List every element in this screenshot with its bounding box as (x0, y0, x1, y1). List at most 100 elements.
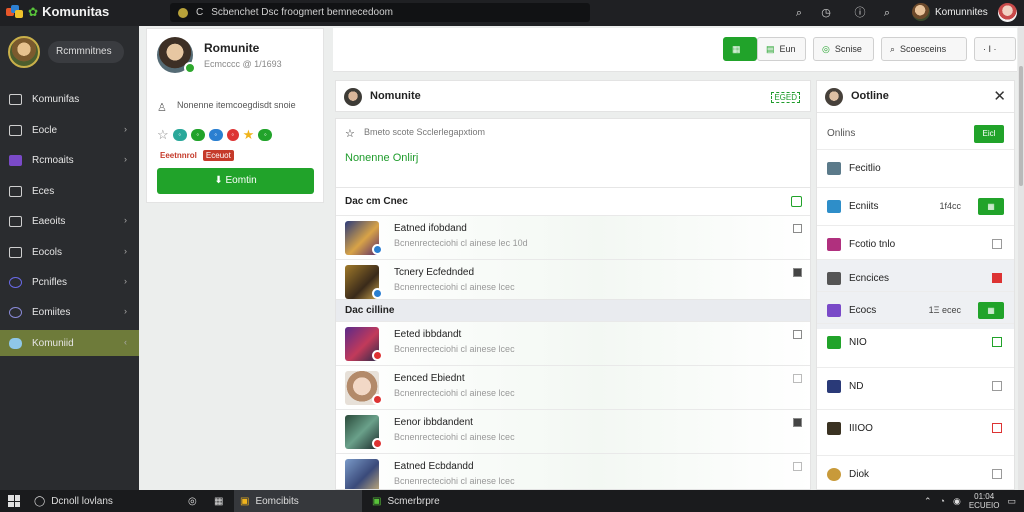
volume-icon[interactable]: ◉ (953, 496, 961, 507)
address-bar[interactable]: C Scbenchet Dsc froogmert bemnecedoom (170, 3, 590, 22)
taskbar-app[interactable]: ▣ Scmerbrpre (366, 490, 494, 512)
list-item[interactable]: NIO (817, 323, 1014, 367)
panel-action-button[interactable]: Eicl (974, 125, 1004, 143)
section-title: Dac cilline (345, 305, 395, 316)
taskbar-app[interactable]: ▣ Eomcibits (234, 490, 362, 512)
clock-icon[interactable]: ◷ (819, 6, 833, 20)
section-header: Dac cilline (336, 299, 810, 321)
scrollbar-thumb[interactable] (1019, 66, 1023, 186)
sidebar: Rcmmnitnes Komunifas Eocle › Rcmoaits › Ec… (0, 26, 139, 490)
item-label: Fcotio tnlo (849, 239, 896, 250)
list-item[interactable]: ND (817, 367, 1014, 409)
status-badge (372, 438, 383, 449)
profile-name: Romunite (204, 41, 260, 55)
badge-icon: ◦ (172, 129, 187, 141)
search-button[interactable]: ⌕ Scoesceins (881, 37, 967, 61)
panel-header: Ootline ✕ (817, 81, 1014, 113)
sidebar-item-eces[interactable]: Eces (0, 178, 139, 204)
item-subtitle: Bcnenrecteciohi cl ainese lcec (394, 344, 515, 354)
item-title: Tcnery Ecfednded (394, 267, 475, 278)
more-button[interactable]: · I · (974, 37, 1016, 61)
info-icon[interactable]: ⓘ (853, 6, 867, 20)
menu-icon[interactable] (793, 418, 802, 427)
list-item[interactable]: Eatned Ecbdandd Bcnenrecteciohi cl aines… (336, 453, 810, 489)
user-menu[interactable]: Komunnites (912, 3, 988, 21)
sidebar-item-komunifas[interactable]: Komunifas (0, 86, 139, 112)
list-item[interactable]: Fecitlio (817, 149, 1014, 187)
checkbox[interactable] (992, 337, 1002, 347)
list-item[interactable]: Eenor ibbdandent Bcnenrecteciohi cl aine… (336, 409, 810, 453)
sidebar-user[interactable]: Rcmmnitnes (8, 36, 124, 68)
sidebar-item-label: Eomiites (32, 306, 71, 318)
item-count: 1f4cc (939, 201, 961, 211)
action-button[interactable]: ▦ (978, 302, 1004, 319)
menu-icon[interactable] (793, 374, 802, 383)
grid-view-button[interactable]: ▦ (723, 37, 757, 61)
profile-action-label: Eomtin (225, 175, 257, 186)
clock[interactable]: 01:04 ECUEIO (969, 492, 1000, 510)
list-view-button[interactable]: ▤ Eun (757, 37, 806, 61)
scrollbar[interactable] (1018, 26, 1024, 490)
page-title: Nomunite (370, 90, 421, 102)
sidebar-item-label: Rcmoaits (32, 154, 74, 166)
explorer-button[interactable]: ▦ (208, 490, 229, 512)
search-icon[interactable]: ⌕ (880, 6, 894, 20)
item-count: 1Ξ ecec (928, 305, 961, 315)
sidebar-item-eaeoits[interactable]: Eaeoits › (0, 208, 139, 234)
list-item[interactable]: Eeted ibbdandt Bcnenrecteciohi cl ainese… (336, 321, 810, 365)
header-tag[interactable]: EGED (771, 92, 800, 103)
menu-icon[interactable] (793, 330, 802, 339)
search-icon[interactable]: ⌕ (792, 6, 806, 20)
sidebar-item-rcmoaits[interactable]: Rcmoaits › (0, 147, 139, 173)
chevron-up-icon[interactable]: ⌃ (924, 496, 932, 507)
menu-icon[interactable] (793, 224, 802, 233)
menu-icon[interactable] (793, 462, 802, 471)
profile-avatar[interactable] (998, 3, 1017, 22)
compose-input[interactable]: Bmeto scote Scclerlegapxtiom (364, 127, 485, 137)
checkbox[interactable] (992, 273, 1002, 283)
checkbox[interactable] (992, 469, 1002, 479)
sidebar-item-eomiites[interactable]: Eomiites › (0, 299, 139, 325)
chevron-icon: › (124, 215, 127, 225)
profile-action-button[interactable]: ⬇ Eomtin (157, 168, 314, 194)
person-icon: ♙ (157, 102, 167, 114)
list-item[interactable]: Diok (817, 455, 1014, 489)
task-view-button[interactable]: ◎ (182, 490, 203, 512)
list-item[interactable]: Fcotio tnlo (817, 225, 1014, 263)
checkbox[interactable] (992, 239, 1002, 249)
start-button[interactable] (2, 490, 26, 512)
status-badge (372, 288, 383, 299)
list-item[interactable]: Eenced Ebiednt Bcnenrecteciohi cl ainese… (336, 365, 810, 409)
close-icon[interactable]: ✕ (993, 87, 1006, 105)
brand[interactable]: ✿ Komunitas (6, 4, 109, 19)
avatar[interactable] (344, 88, 362, 106)
clock-date: ECUEIO (968, 501, 1000, 510)
sidebar-item-eocols[interactable]: Eocols › (0, 239, 139, 265)
status-badge (372, 350, 383, 361)
chevron-icon: › (124, 306, 127, 316)
share-button[interactable]: ◎ Scnise (813, 37, 874, 61)
main-header: Nomunite EGED (335, 80, 811, 112)
checkbox[interactable] (992, 423, 1002, 433)
list-item[interactable]: IIIOO (817, 409, 1014, 455)
share-label: Scnise (834, 44, 862, 54)
menu-icon[interactable] (793, 268, 802, 277)
checkbox[interactable] (992, 381, 1002, 391)
network-icon[interactable]: ◔ (940, 496, 945, 506)
action-button[interactable]: ▦ (978, 198, 1004, 215)
list-item[interactable]: Ecniits 1f4cc ▦ (817, 187, 1014, 225)
star-outline-icon: ☆ (157, 127, 169, 142)
system-tray: ⌃ ◔ ◉ 01:04 ECUEIO ▭ (924, 492, 1016, 510)
sidebar-item-komuniid[interactable]: Komuniid ‹ (0, 330, 139, 356)
list-item[interactable]: Eatned ifobdand Bcnenrecteciohi cl aines… (336, 215, 810, 259)
sidebar-item-label: Komunifas (32, 93, 80, 105)
taskbar-search[interactable]: ◯ Dcnoll lovlans (28, 490, 178, 512)
sidebar-item-eocle[interactable]: Eocle › (0, 117, 139, 143)
online-panel: Ootline ✕ Onlins Eicl Fecitlio Ecniits 1… (816, 80, 1015, 490)
item-icon (827, 272, 841, 285)
checkbox-icon[interactable] (791, 196, 802, 207)
notification-icon[interactable]: ▭ (1007, 496, 1016, 507)
list-item[interactable]: Tcnery Ecfednded Bcnenrecteciohi cl aine… (336, 259, 810, 303)
sidebar-item-pcnifles[interactable]: Pcnifles › (0, 269, 139, 295)
profile-description: Nonenne itemcoegdisdt snoie (177, 100, 296, 110)
